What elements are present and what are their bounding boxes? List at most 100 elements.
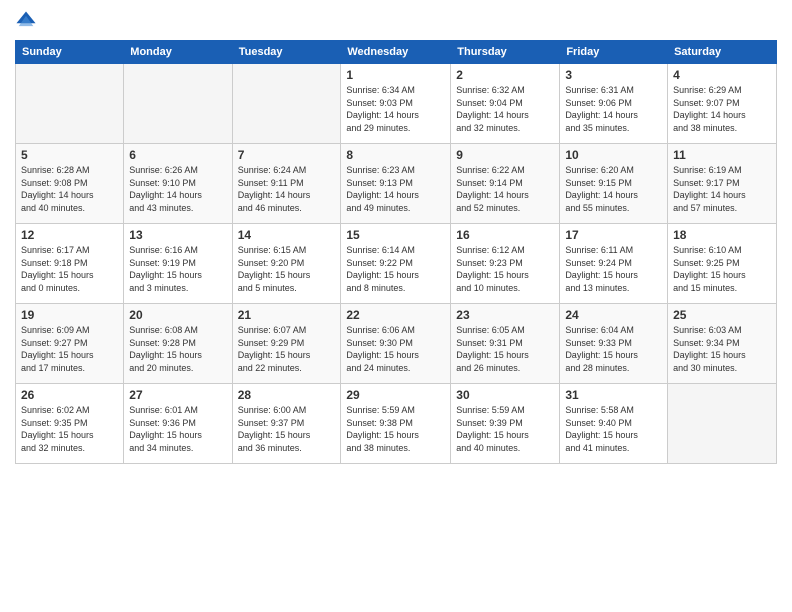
- calendar-cell: [668, 384, 777, 464]
- calendar-cell: 12Sunrise: 6:17 AM Sunset: 9:18 PM Dayli…: [16, 224, 124, 304]
- calendar-day-header: Thursday: [451, 41, 560, 64]
- day-number: 3: [565, 68, 662, 82]
- calendar-day-header: Saturday: [668, 41, 777, 64]
- day-info: Sunrise: 6:26 AM Sunset: 9:10 PM Dayligh…: [129, 164, 226, 214]
- day-info: Sunrise: 6:04 AM Sunset: 9:33 PM Dayligh…: [565, 324, 662, 374]
- day-number: 17: [565, 228, 662, 242]
- calendar-cell: 3 Sunrise: 6:31 AM Sunset: 9:06 PM Daylig…: [560, 64, 668, 144]
- day-number: 21: [238, 308, 336, 322]
- calendar-cell: 19Sunrise: 6:09 AM Sunset: 9:27 PM Dayli…: [16, 304, 124, 384]
- calendar-day-header: Friday: [560, 41, 668, 64]
- day-number: 25: [673, 308, 771, 322]
- day-number: 14: [238, 228, 336, 242]
- day-info: Sunrise: 6:08 AM Sunset: 9:28 PM Dayligh…: [129, 324, 226, 374]
- calendar-cell: 11 Sunrise: 6:19 AM Sunset: 9:17 PM Dayli…: [668, 144, 777, 224]
- calendar-header-row: SundayMondayTuesdayWednesdayThursdayFrid…: [16, 41, 777, 64]
- day-number: 10: [565, 148, 662, 162]
- day-info: Sunrise: 6:14 AM Sunset: 9:22 PM Dayligh…: [346, 244, 445, 294]
- calendar-cell: 14 Sunrise: 6:15 AM Sunset: 9:20 PM Dayli…: [232, 224, 341, 304]
- day-info: Sunrise: 6:07 AM Sunset: 9:29 PM Dayligh…: [238, 324, 336, 374]
- day-number: 20: [129, 308, 226, 322]
- day-number: 27: [129, 388, 226, 402]
- day-info: Sunrise: 6:06 AM Sunset: 9:30 PM Dayligh…: [346, 324, 445, 374]
- calendar-cell: 6 Sunrise: 6:26 AM Sunset: 9:10 PM Daylig…: [124, 144, 232, 224]
- logo: [15, 10, 41, 32]
- calendar-cell: 1 Sunrise: 6:34 AM Sunset: 9:03 PM Daylig…: [341, 64, 451, 144]
- calendar-cell: 18Sunrise: 6:10 AM Sunset: 9:25 PM Dayli…: [668, 224, 777, 304]
- day-number: 5: [21, 148, 118, 162]
- calendar-day-header: Tuesday: [232, 41, 341, 64]
- page: SundayMondayTuesdayWednesdayThursdayFrid…: [0, 0, 792, 612]
- day-number: 13: [129, 228, 226, 242]
- calendar-cell: [124, 64, 232, 144]
- day-info: Sunrise: 6:01 AM Sunset: 9:36 PM Dayligh…: [129, 404, 226, 454]
- day-info: Sunrise: 6:05 AM Sunset: 9:31 PM Dayligh…: [456, 324, 554, 374]
- day-info: Sunrise: 6:11 AM Sunset: 9:24 PM Dayligh…: [565, 244, 662, 294]
- calendar-day-header: Monday: [124, 41, 232, 64]
- calendar-table: SundayMondayTuesdayWednesdayThursdayFrid…: [15, 40, 777, 464]
- day-number: 30: [456, 388, 554, 402]
- calendar-week-row: 12Sunrise: 6:17 AM Sunset: 9:18 PM Dayli…: [16, 224, 777, 304]
- day-number: 24: [565, 308, 662, 322]
- day-number: 26: [21, 388, 118, 402]
- calendar-cell: [16, 64, 124, 144]
- day-number: 11: [673, 148, 771, 162]
- calendar-cell: 28 Sunrise: 6:00 AM Sunset: 9:37 PM Dayli…: [232, 384, 341, 464]
- day-info: Sunrise: 6:16 AM Sunset: 9:19 PM Dayligh…: [129, 244, 226, 294]
- day-info: Sunrise: 6:00 AM Sunset: 9:37 PM Dayligh…: [238, 404, 336, 454]
- calendar-cell: 23 Sunrise: 6:05 AM Sunset: 9:31 PM Dayli…: [451, 304, 560, 384]
- calendar-week-row: 19Sunrise: 6:09 AM Sunset: 9:27 PM Dayli…: [16, 304, 777, 384]
- day-info: Sunrise: 6:02 AM Sunset: 9:35 PM Dayligh…: [21, 404, 118, 454]
- day-info: Sunrise: 6:19 AM Sunset: 9:17 PM Dayligh…: [673, 164, 771, 214]
- day-info: Sunrise: 6:29 AM Sunset: 9:07 PM Dayligh…: [673, 84, 771, 134]
- calendar-cell: 7Sunrise: 6:24 AM Sunset: 9:11 PM Daylig…: [232, 144, 341, 224]
- day-info: Sunrise: 5:59 AM Sunset: 9:39 PM Dayligh…: [456, 404, 554, 454]
- calendar-day-header: Sunday: [16, 41, 124, 64]
- calendar-week-row: 26 Sunrise: 6:02 AM Sunset: 9:35 PM Dayli…: [16, 384, 777, 464]
- day-info: Sunrise: 6:23 AM Sunset: 9:13 PM Dayligh…: [346, 164, 445, 214]
- day-info: Sunrise: 6:20 AM Sunset: 9:15 PM Dayligh…: [565, 164, 662, 214]
- calendar-cell: 4 Sunrise: 6:29 AM Sunset: 9:07 PM Daylig…: [668, 64, 777, 144]
- day-info: Sunrise: 6:28 AM Sunset: 9:08 PM Dayligh…: [21, 164, 118, 214]
- day-number: 19: [21, 308, 118, 322]
- day-number: 6: [129, 148, 226, 162]
- day-number: 15: [346, 228, 445, 242]
- day-number: 1: [346, 68, 445, 82]
- calendar-cell: 20 Sunrise: 6:08 AM Sunset: 9:28 PM Dayli…: [124, 304, 232, 384]
- day-number: 23: [456, 308, 554, 322]
- calendar-cell: 25Sunrise: 6:03 AM Sunset: 9:34 PM Dayli…: [668, 304, 777, 384]
- calendar-cell: 2Sunrise: 6:32 AM Sunset: 9:04 PM Daylig…: [451, 64, 560, 144]
- day-info: Sunrise: 6:15 AM Sunset: 9:20 PM Dayligh…: [238, 244, 336, 294]
- calendar-cell: 13 Sunrise: 6:16 AM Sunset: 9:19 PM Dayli…: [124, 224, 232, 304]
- logo-icon: [15, 10, 37, 32]
- day-number: 8: [346, 148, 445, 162]
- day-info: Sunrise: 5:59 AM Sunset: 9:38 PM Dayligh…: [346, 404, 445, 454]
- day-number: 12: [21, 228, 118, 242]
- day-number: 9: [456, 148, 554, 162]
- calendar-cell: 21 Sunrise: 6:07 AM Sunset: 9:29 PM Dayli…: [232, 304, 341, 384]
- day-info: Sunrise: 6:31 AM Sunset: 9:06 PM Dayligh…: [565, 84, 662, 134]
- day-info: Sunrise: 6:32 AM Sunset: 9:04 PM Dayligh…: [456, 84, 554, 134]
- calendar-cell: 17 Sunrise: 6:11 AM Sunset: 9:24 PM Dayli…: [560, 224, 668, 304]
- calendar-cell: 22 Sunrise: 6:06 AM Sunset: 9:30 PM Dayli…: [341, 304, 451, 384]
- calendar-cell: 26 Sunrise: 6:02 AM Sunset: 9:35 PM Dayli…: [16, 384, 124, 464]
- calendar-cell: 5 Sunrise: 6:28 AM Sunset: 9:08 PM Daylig…: [16, 144, 124, 224]
- day-number: 18: [673, 228, 771, 242]
- calendar-cell: 24 Sunrise: 6:04 AM Sunset: 9:33 PM Dayli…: [560, 304, 668, 384]
- header: [15, 10, 777, 32]
- calendar-week-row: 1 Sunrise: 6:34 AM Sunset: 9:03 PM Daylig…: [16, 64, 777, 144]
- calendar-cell: 27 Sunrise: 6:01 AM Sunset: 9:36 PM Dayli…: [124, 384, 232, 464]
- day-info: Sunrise: 5:58 AM Sunset: 9:40 PM Dayligh…: [565, 404, 662, 454]
- day-number: 4: [673, 68, 771, 82]
- calendar-week-row: 5 Sunrise: 6:28 AM Sunset: 9:08 PM Daylig…: [16, 144, 777, 224]
- calendar-cell: 30 Sunrise: 5:59 AM Sunset: 9:39 PM Dayli…: [451, 384, 560, 464]
- day-number: 16: [456, 228, 554, 242]
- calendar-cell: 31Sunrise: 5:58 AM Sunset: 9:40 PM Dayli…: [560, 384, 668, 464]
- calendar-cell: 15 Sunrise: 6:14 AM Sunset: 9:22 PM Dayli…: [341, 224, 451, 304]
- day-number: 7: [238, 148, 336, 162]
- day-info: Sunrise: 6:12 AM Sunset: 9:23 PM Dayligh…: [456, 244, 554, 294]
- day-number: 28: [238, 388, 336, 402]
- day-number: 29: [346, 388, 445, 402]
- day-number: 22: [346, 308, 445, 322]
- day-info: Sunrise: 6:34 AM Sunset: 9:03 PM Dayligh…: [346, 84, 445, 134]
